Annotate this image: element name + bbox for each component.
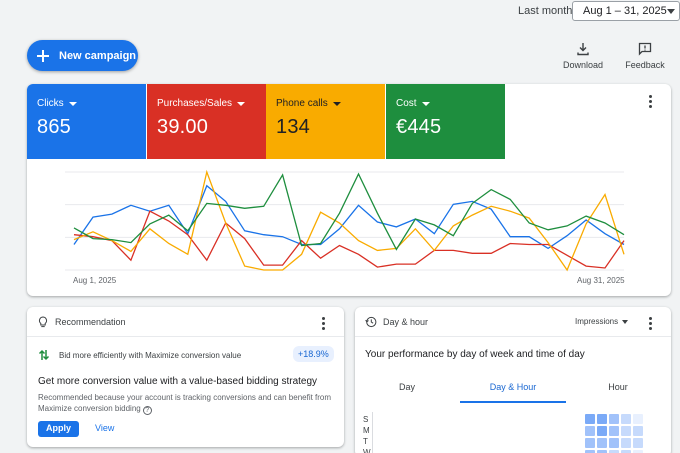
tab-day-and-hour[interactable]: Day & Hour: [460, 382, 566, 392]
feedback-label: Feedback: [625, 60, 665, 70]
weekday-label: W: [363, 448, 371, 453]
performance-line-chart: [65, 169, 625, 272]
feedback-button[interactable]: Feedback: [621, 42, 669, 70]
recommendation-card: Recommendation Bid more efficiently with…: [27, 307, 344, 447]
weekday-label: S: [363, 415, 369, 424]
weekday-label: M: [363, 426, 370, 435]
new-campaign-label: New campaign: [59, 49, 137, 62]
weekday-label: T: [363, 437, 368, 446]
metric-value: 39.00: [157, 116, 209, 138]
new-campaign-button[interactable]: New campaign: [27, 40, 138, 71]
heatmap-cell[interactable]: [585, 426, 595, 436]
heatmap-cell[interactable]: [597, 414, 607, 424]
day-hour-title: Day & hour: [383, 316, 429, 327]
purchases-series-line: [73, 210, 625, 269]
plus-icon: [27, 49, 59, 62]
clicks-series-line: [73, 184, 625, 250]
dropdown-arrow-icon: [237, 101, 246, 106]
heatmap-cell[interactable]: [585, 414, 595, 424]
feedback-icon: [638, 42, 652, 56]
dropdown-arrow-icon: [622, 319, 629, 324]
heatmap-cell[interactable]: [633, 438, 643, 448]
metric-tile-clicks[interactable]: Clicks 865: [27, 84, 146, 159]
help-icon[interactable]: ?: [142, 406, 152, 415]
metric-tile-phone-calls[interactable]: Phone calls 134: [266, 84, 385, 159]
metric-label: Clicks: [37, 98, 64, 109]
metric-select-value: Impressions: [575, 317, 619, 326]
metric-tile-cost[interactable]: Cost €445: [386, 84, 505, 159]
clock-history-icon: [365, 316, 377, 327]
heatmap-cell[interactable]: [633, 426, 643, 436]
recommendation-body-text: Recommended because your account is trac…: [38, 393, 332, 413]
recommendation-title: Recommendation: [55, 316, 126, 327]
performance-chart-card: Clicks 865 Purchases/Sales 39.00 Phone c…: [27, 84, 671, 296]
view-link[interactable]: View: [95, 423, 114, 433]
download-icon: [577, 43, 589, 56]
heatmap-cell[interactable]: [597, 426, 607, 436]
x-axis-start-label: Aug 1, 2025: [73, 276, 117, 285]
heatmap-cell[interactable]: [621, 438, 631, 448]
lightbulb-icon: [38, 315, 48, 327]
more-options-icon[interactable]: [648, 95, 652, 108]
recommendation-header: Recommendation: [27, 307, 344, 337]
metric-tile-purchases[interactable]: Purchases/Sales 39.00: [147, 84, 266, 159]
tab-hour[interactable]: Hour: [603, 382, 633, 392]
recommendation-body: Recommended because your account is trac…: [38, 392, 338, 415]
apply-button[interactable]: Apply: [38, 421, 79, 437]
metric-select[interactable]: Impressions: [575, 317, 629, 326]
heatmap-cell[interactable]: [621, 414, 631, 424]
metric-value: €445: [396, 116, 442, 138]
more-options-icon[interactable]: [321, 317, 325, 330]
bidding-arrows-icon: [38, 349, 50, 361]
more-options-icon[interactable]: [648, 317, 652, 330]
download-label: Download: [562, 60, 604, 70]
dropdown-arrow-icon: [421, 101, 430, 106]
metric-label: Purchases/Sales: [157, 98, 233, 109]
heatmap-cell[interactable]: [609, 426, 619, 436]
uplift-badge: +18.9%: [293, 346, 334, 362]
metric-label: Cost: [396, 98, 417, 109]
date-range-select[interactable]: Aug 1 – 31, 2025: [572, 1, 680, 21]
download-button[interactable]: Download: [559, 42, 607, 70]
day-hour-card: Day & hour Impressions Your performance …: [355, 307, 671, 453]
active-tab-indicator: [460, 401, 566, 403]
heatmap-cell[interactable]: [597, 438, 607, 448]
caret-down-icon: [667, 9, 675, 14]
x-axis-end-label: Aug 31, 2025: [577, 276, 625, 285]
heatmap-cell[interactable]: [585, 438, 595, 448]
dropdown-arrow-icon: [68, 101, 77, 106]
recommendation-tip: Bid more efficiently with Maximize conve…: [38, 348, 241, 362]
cost-series-line: [73, 172, 625, 251]
recommendation-heading: Get more conversion value with a value-b…: [38, 376, 318, 387]
heatmap-cell[interactable]: [621, 426, 631, 436]
metric-value: 865: [37, 116, 71, 138]
dropdown-arrow-icon: [332, 101, 341, 106]
date-range-label: Last month: [518, 5, 573, 17]
top-toolbar: Last month Aug 1 – 31, 2025: [0, 0, 680, 24]
metric-value: 134: [276, 116, 310, 138]
heatmap-cell[interactable]: [633, 414, 643, 424]
recommendation-tip-text: Bid more efficiently with Maximize conve…: [59, 350, 242, 360]
heatmap-axis: [372, 412, 373, 453]
heatmap-cell[interactable]: [609, 414, 619, 424]
heatmap-cell[interactable]: [609, 438, 619, 448]
metric-label: Phone calls: [276, 98, 328, 109]
day-hour-subtitle: Your performance by day of week and time…: [365, 349, 585, 360]
tab-day[interactable]: Day: [395, 382, 419, 392]
date-range-value: Aug 1 – 31, 2025: [583, 5, 667, 17]
